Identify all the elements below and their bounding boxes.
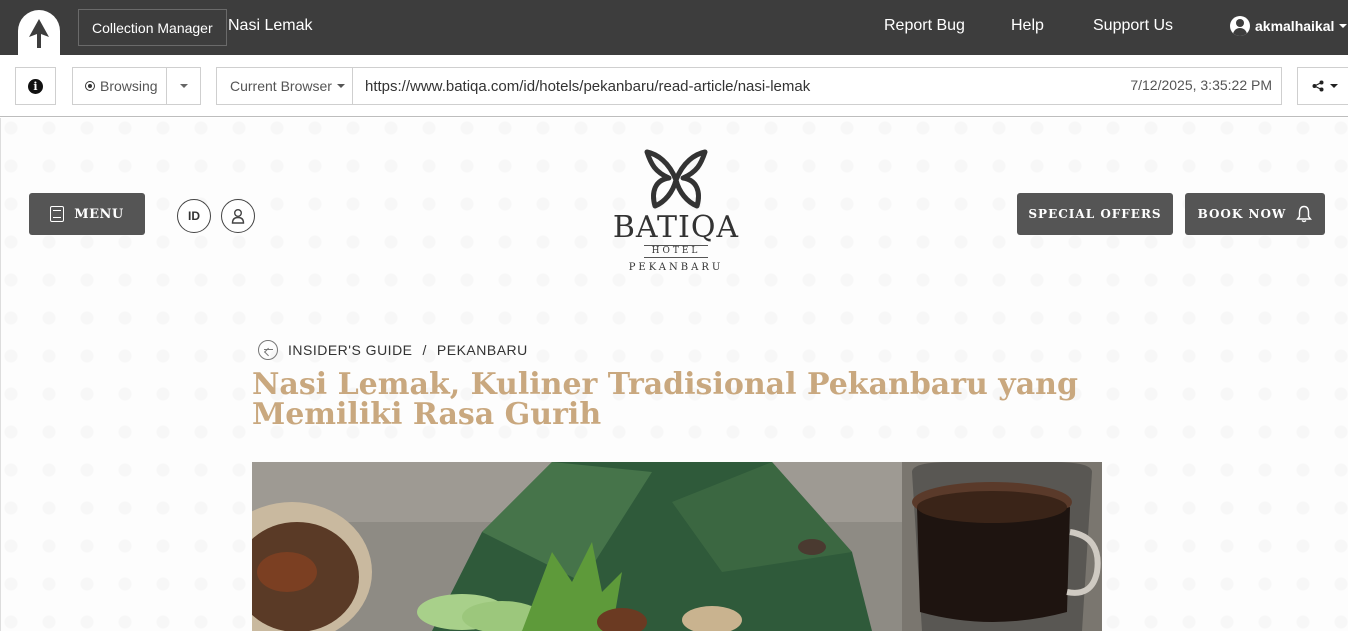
menu-label: MENU (74, 206, 124, 222)
support-us-link[interactable]: Support Us (1093, 17, 1173, 35)
breadcrumb-city-link[interactable]: PEKANBARU (437, 342, 528, 358)
language-button[interactable]: ID (177, 199, 211, 233)
info-icon: i (28, 78, 43, 94)
breadcrumb-section-link[interactable]: INSIDER'S GUIDE (288, 342, 413, 358)
breadcrumb: INSIDER'S GUIDE / PEKANBARU (258, 340, 528, 360)
arrow-up-logo-icon (29, 18, 49, 48)
menu-button[interactable]: MENU (29, 193, 145, 235)
browser-select[interactable]: Current Browser (216, 67, 353, 105)
user-avatar-icon (1230, 16, 1250, 36)
info-button[interactable]: i (15, 67, 56, 105)
username: akmalhaikal (1255, 18, 1335, 34)
collection-manager-button[interactable]: Collection Manager (78, 9, 227, 46)
bell-icon (1296, 205, 1313, 223)
app-logo[interactable] (18, 10, 60, 55)
mode-dropdown-toggle[interactable] (166, 67, 201, 105)
browser-select-label: Current Browser (230, 78, 332, 94)
capture-timestamp: 7/12/2025, 3:35:22 PM (1130, 77, 1272, 93)
special-offers-button[interactable]: SPECIAL OFFERS (1017, 193, 1173, 235)
share-button[interactable] (1297, 67, 1348, 105)
hero-image (252, 462, 1102, 631)
user-icon (231, 209, 245, 224)
report-bug-link[interactable]: Report Bug (884, 17, 965, 35)
menu-icon (50, 206, 65, 222)
help-link[interactable]: Help (1011, 17, 1044, 35)
hotel-subtitle: HOTEL (643, 245, 709, 258)
hotel-logo[interactable]: BATIQA HOTEL PEKANBARU (611, 148, 741, 273)
user-menu[interactable]: akmalhaikal (1230, 16, 1348, 36)
collection-title: Nasi Lemak (228, 17, 313, 34)
url-text: https://www.batiqa.com/id/hotels/pekanba… (365, 77, 811, 95)
hotel-brand: BATIQA (612, 210, 740, 245)
chevron-down-icon (1330, 84, 1338, 88)
app-top-bar: Collection Manager Nasi Lemak Report Bug… (0, 0, 1348, 55)
mode-label: Browsing (100, 78, 158, 94)
record-icon (85, 81, 95, 91)
account-button[interactable] (221, 199, 255, 233)
page-viewport: MENU ID BATIQA HOTEL PEKANBARU SPECIAL O… (0, 118, 1348, 631)
chevron-down-icon (179, 84, 188, 88)
back-arrow-icon[interactable] (258, 340, 278, 360)
browser-toolbar: i Browsing Current Browser https://www.b… (0, 55, 1348, 117)
url-field[interactable]: https://www.batiqa.com/id/hotels/pekanba… (352, 67, 1282, 105)
food-photo-illustration (252, 462, 1102, 631)
chevron-down-icon (336, 84, 345, 88)
article-title: Nasi Lemak, Kuliner Tradisional Pekanbar… (252, 367, 1078, 432)
book-now-label: BOOK NOW (1197, 207, 1287, 221)
share-icon (1312, 80, 1324, 92)
hotel-city: PEKANBARU (628, 262, 724, 273)
mode-button[interactable]: Browsing (72, 67, 167, 105)
breadcrumb-separator: / (422, 342, 427, 358)
chevron-down-icon (1339, 24, 1348, 28)
butterfly-logo-icon (644, 149, 708, 209)
book-now-button[interactable]: BOOK NOW (1185, 193, 1325, 235)
